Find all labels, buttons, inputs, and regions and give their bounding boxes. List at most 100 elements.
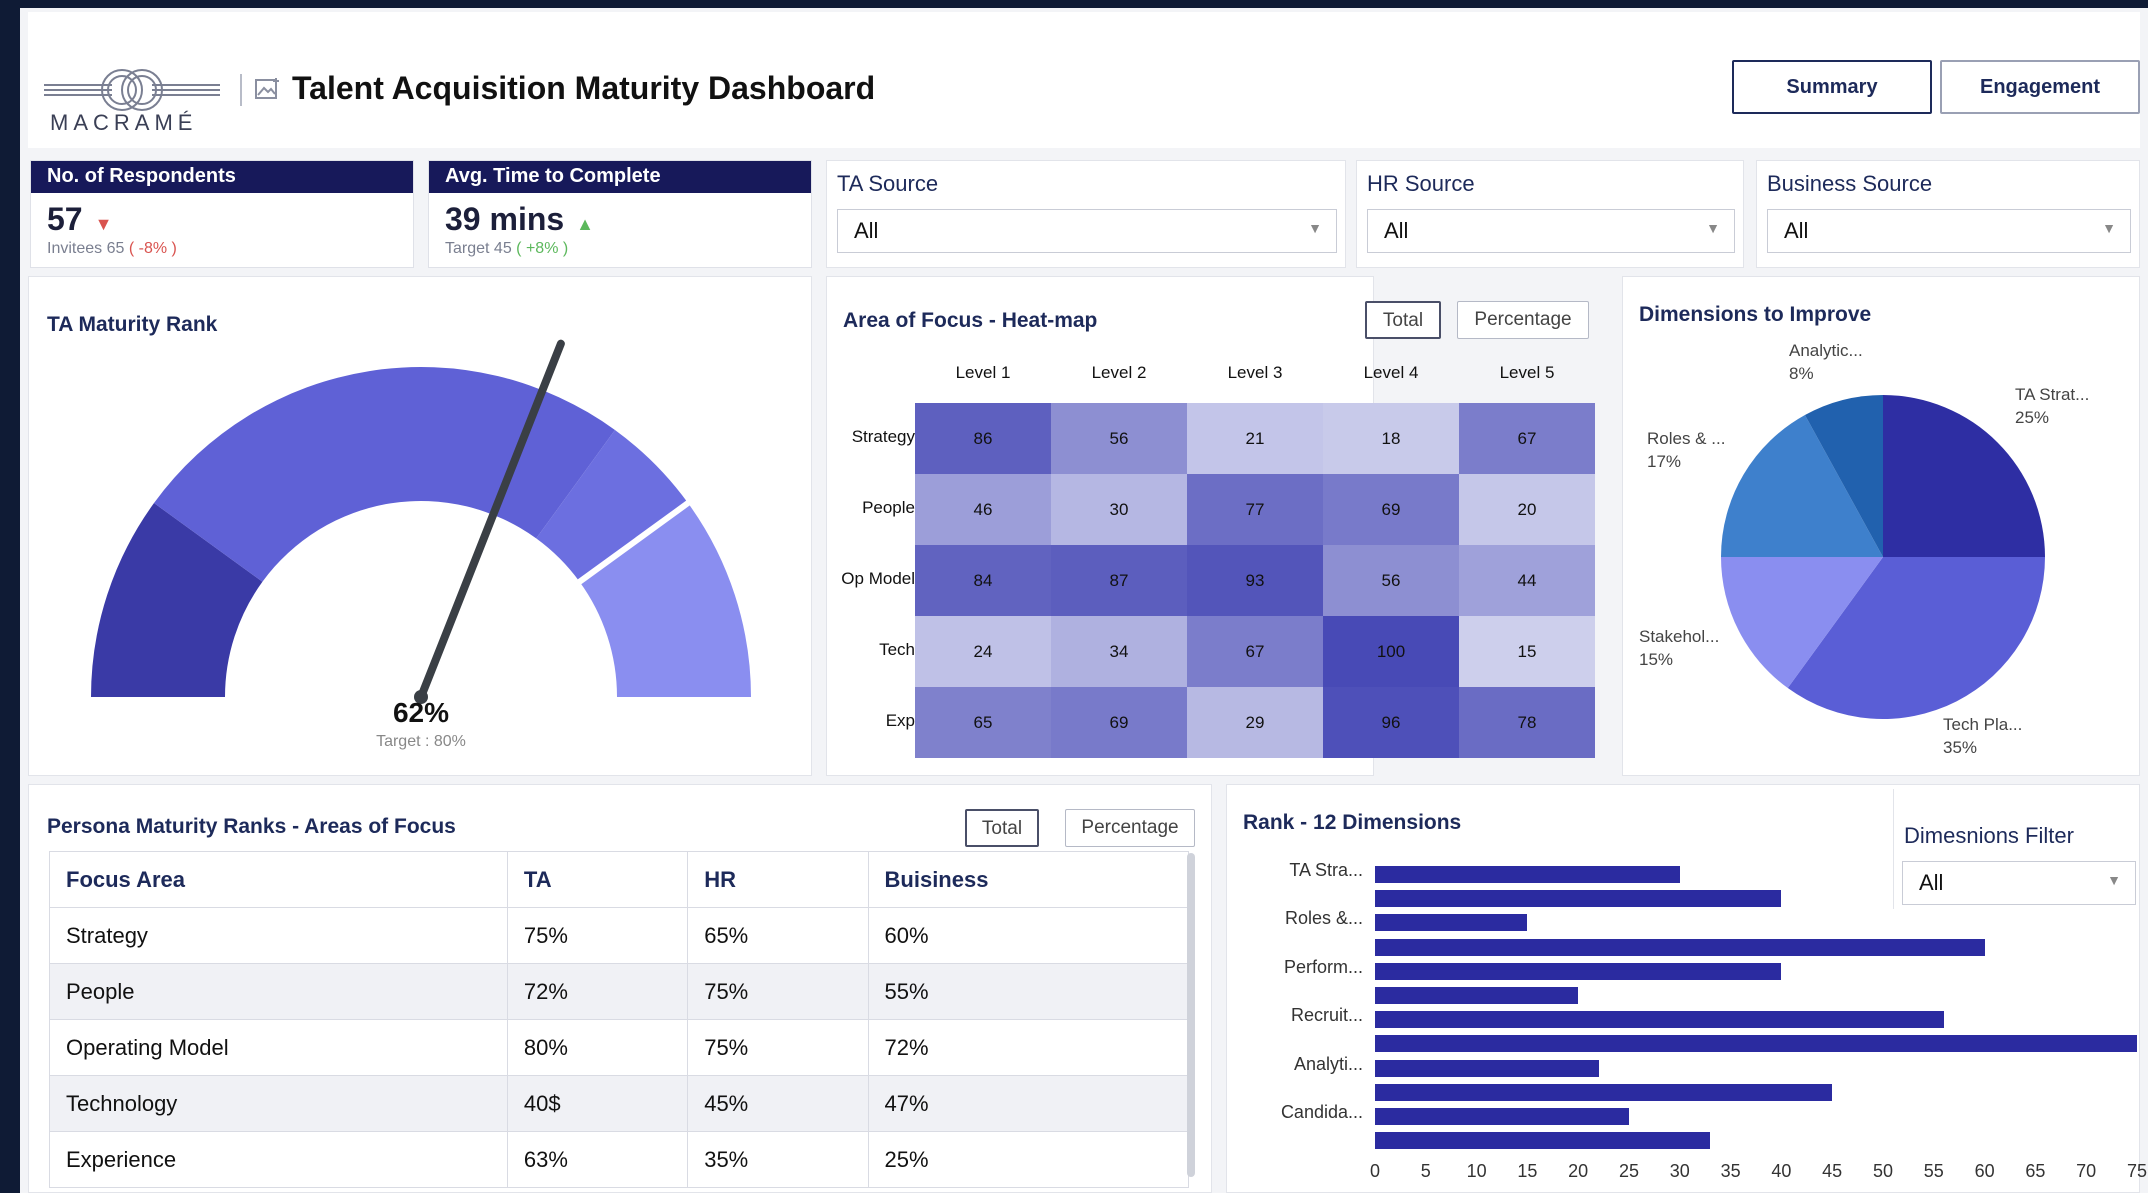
target-label: Target 45 — [445, 240, 512, 257]
heatmap-total-toggle[interactable]: Total — [1365, 301, 1441, 339]
rank-card: Rank - 12 Dimensions Dimesnions Filter A… — [1226, 784, 2147, 1193]
dimensions-filter-label: Dimesnions Filter — [1904, 823, 2074, 848]
persona-card: Persona Maturity Ranks - Areas of Focus … — [28, 784, 1212, 1193]
respondents-value: 57 — [47, 201, 83, 237]
heatmap-cell[interactable]: 21 — [1187, 403, 1323, 474]
rank-bar[interactable] — [1375, 890, 1782, 908]
business-cell: 72% — [867, 1019, 1190, 1076]
hr-cell: 45% — [687, 1075, 869, 1132]
heatmap-cell[interactable]: 56 — [1051, 403, 1187, 474]
ta-source-select[interactable]: All ▼ — [837, 209, 1337, 253]
heatmap-cell[interactable]: 30 — [1051, 474, 1187, 545]
heatmap-row-label: Op Model — [841, 569, 915, 588]
rank-x-tick: 15 — [1517, 1161, 1538, 1181]
dimensions-filter-select[interactable]: All ▼ — [1902, 861, 2136, 905]
heatmap-row-label: People — [862, 498, 915, 517]
heatmap-cell[interactable]: 15 — [1459, 616, 1595, 687]
pie-label-text: Roles & ... — [1647, 429, 1726, 448]
pie-label-pct: 35% — [1943, 738, 1978, 757]
heatmap-cell[interactable]: 84 — [915, 545, 1051, 616]
focus-area-cell: People — [49, 963, 508, 1020]
hr-source-select[interactable]: All ▼ — [1367, 209, 1735, 253]
table-row: Strategy 75% 65% 60% — [49, 907, 1190, 964]
rank-x-tick: 35 — [1720, 1161, 1741, 1181]
heatmap-cell[interactable]: 69 — [1051, 687, 1187, 758]
ta-cell: 40$ — [506, 1075, 689, 1132]
heatmap-cell[interactable]: 100 — [1323, 616, 1459, 687]
chevron-down-icon: ▼ — [2102, 220, 2116, 236]
rank-x-tick: 65 — [2025, 1161, 2046, 1181]
respondents-subtext: Invitees 65 ( -8% ) — [31, 238, 413, 260]
business-source-filter-card: Business Source All ▼ — [1756, 160, 2140, 268]
invitees-label: Invitees 65 — [47, 240, 125, 257]
page-title: Talent Acquisition Maturity Dashboard — [292, 70, 876, 106]
rank-bar[interactable] — [1375, 962, 1782, 980]
rank-bar[interactable] — [1375, 1083, 1833, 1101]
heatmap-cell[interactable]: 34 — [1051, 616, 1187, 687]
business-cell: 60% — [867, 907, 1190, 964]
heatmap-title: Area of Focus - Heat-map — [843, 309, 1098, 332]
table-row: Operating Model 80% 75% 72% — [49, 1019, 1190, 1076]
rank-bar[interactable] — [1375, 1035, 2137, 1053]
heatmap-percentage-toggle[interactable]: Percentage — [1457, 301, 1589, 339]
dashboard-frame: MACRAMÉ Talent Acquisition Maturity Dash… — [20, 8, 2148, 1193]
heatmap-cell[interactable]: 67 — [1187, 616, 1323, 687]
table-scrollbar[interactable] — [1187, 853, 1195, 1177]
respondents-card: No. of Respondents 57 ▼ Invitees 65 ( -8%… — [30, 160, 414, 268]
hr-cell: 35% — [687, 1131, 869, 1188]
rank-x-tick: 0 — [1369, 1161, 1380, 1181]
rank-bar[interactable] — [1375, 1108, 1629, 1125]
heatmap-cell[interactable]: 29 — [1187, 687, 1323, 758]
rank-x-tick: 40 — [1771, 1161, 1792, 1181]
gauge-segment — [154, 367, 615, 582]
rank-y-label: Analyti... — [1293, 1053, 1363, 1074]
heatmap-cell[interactable]: 44 — [1459, 545, 1595, 616]
rank-bar[interactable] — [1375, 938, 1985, 956]
rank-bar[interactable] — [1375, 1059, 1599, 1077]
heatmap-cell[interactable]: 77 — [1187, 474, 1323, 545]
rank-bar[interactable] — [1375, 866, 1680, 883]
rank-x-tick: 5 — [1420, 1161, 1431, 1181]
rank-bar[interactable] — [1375, 1011, 1944, 1029]
heatmap-cell[interactable]: 96 — [1323, 687, 1459, 758]
rank-x-tick: 50 — [1872, 1161, 1894, 1181]
gauge-value: 62% — [392, 697, 450, 728]
heatmap-cell[interactable]: 67 — [1459, 403, 1595, 474]
avg-time-subtext: Target 45 ( +8% ) — [429, 238, 811, 260]
pie-label-pct: 17% — [1647, 452, 1682, 471]
rank-bar[interactable] — [1375, 914, 1528, 932]
persona-title: Persona Maturity Ranks - Areas of Focus — [47, 815, 456, 838]
col-focus-area: Focus Area — [49, 851, 508, 908]
respondents-value-row: 57 ▼ — [31, 193, 413, 238]
heatmap-cell[interactable]: 18 — [1323, 403, 1459, 474]
hr-cell: 75% — [687, 1019, 869, 1076]
heatmap-cell[interactable]: 65 — [915, 687, 1051, 758]
image-icon — [255, 78, 279, 99]
heatmap-cell[interactable]: 78 — [1459, 687, 1595, 758]
heatmap-cell[interactable]: 93 — [1187, 545, 1323, 616]
heatmap-cell[interactable]: 87 — [1051, 545, 1187, 616]
hr-cell: 75% — [687, 963, 869, 1020]
heatmap-cell[interactable]: 46 — [915, 474, 1051, 545]
rank-y-label: Candida... — [1280, 1102, 1363, 1122]
heatmap-cell[interactable]: 24 — [915, 616, 1051, 687]
rank-y-label: TA Stra... — [1289, 860, 1363, 880]
business-cell: 25% — [867, 1131, 1190, 1188]
rank-x-tick: 70 — [2076, 1161, 2097, 1181]
persona-percentage-toggle[interactable]: Percentage — [1065, 809, 1195, 847]
heatmap-column-label: Level 5 — [1499, 363, 1555, 382]
rank-bar[interactable] — [1375, 1132, 1711, 1150]
heatmap-cell[interactable]: 86 — [915, 403, 1051, 474]
col-ta: TA — [506, 851, 689, 908]
summary-button[interactable]: Summary — [1732, 60, 1932, 114]
ta-source-label: TA Source — [837, 171, 939, 196]
heatmap-cell[interactable]: 69 — [1323, 474, 1459, 545]
rank-x-tick: 10 — [1466, 1161, 1487, 1181]
business-source-select[interactable]: All ▼ — [1767, 209, 2131, 253]
persona-total-toggle[interactable]: Total — [965, 809, 1039, 847]
rank-bar[interactable] — [1375, 987, 1579, 1004]
heatmap-cell[interactable]: 20 — [1459, 474, 1595, 545]
pie-label-pct: 25% — [2015, 408, 2050, 427]
engagement-button[interactable]: Engagement — [1940, 60, 2140, 114]
heatmap-cell[interactable]: 56 — [1323, 545, 1459, 616]
